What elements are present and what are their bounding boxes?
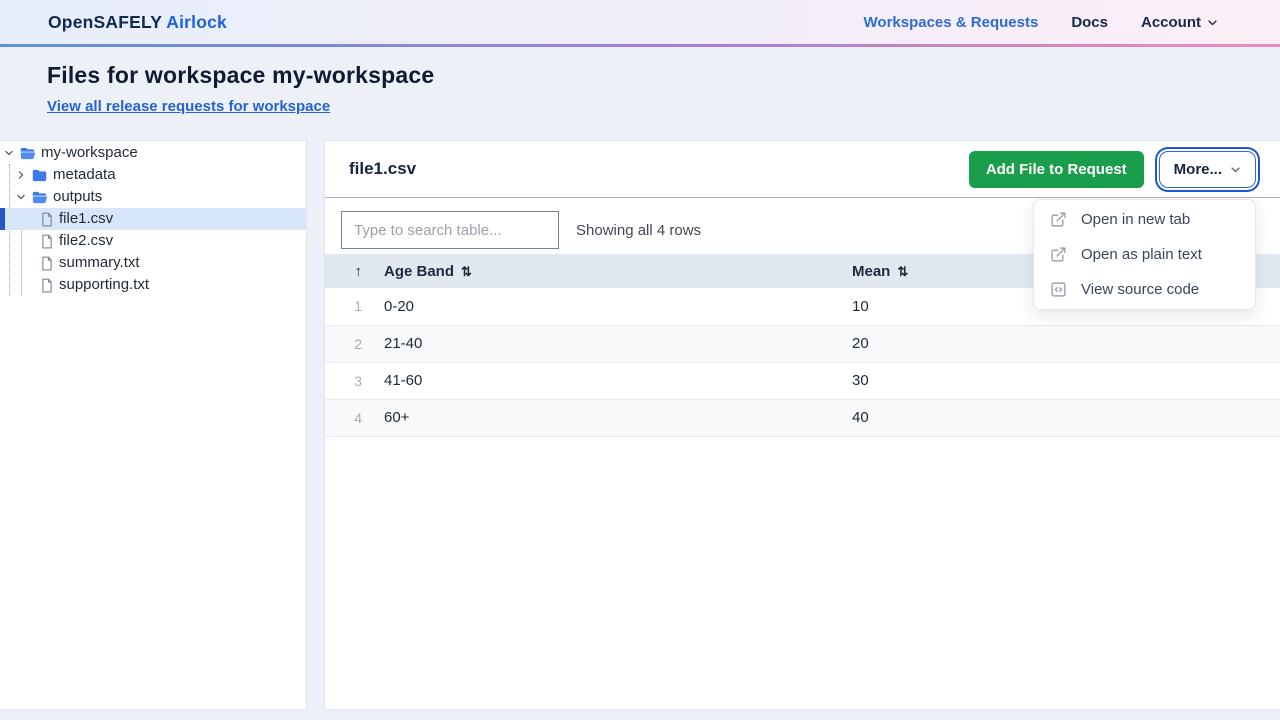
- tree-item-summary-txt[interactable]: summary.txt: [0, 252, 306, 274]
- cell-mean: 30: [852, 362, 1280, 399]
- chevron-down-icon: [1230, 164, 1241, 175]
- row-number: 2: [325, 325, 371, 362]
- more-button[interactable]: More...: [1159, 151, 1256, 188]
- rows-status: Showing all 4 rows: [576, 222, 701, 239]
- tree-item-my-workspace[interactable]: my-workspace: [0, 142, 306, 164]
- external-link-icon: [1050, 246, 1067, 263]
- airlock-app: OpenSAFELY Airlock Workspaces & Requests…: [0, 0, 1280, 720]
- more-button-label: More...: [1174, 161, 1222, 178]
- column-label: Age Band: [384, 263, 454, 280]
- nav-link-account[interactable]: Account: [1141, 14, 1218, 31]
- brand-secondary: Airlock: [166, 12, 227, 32]
- file-icon: [41, 212, 53, 227]
- account-label: Account: [1141, 14, 1201, 31]
- menu-item-open-in-new-tab[interactable]: Open in new tab: [1034, 202, 1255, 237]
- selected-indicator-bar: [0, 208, 5, 230]
- sort-toggle-icon: ⇅: [461, 264, 472, 279]
- chevron-down-icon: [1207, 17, 1218, 28]
- tree-item-label: outputs: [53, 186, 102, 208]
- column-label: Mean: [852, 263, 890, 280]
- tree-item-label: my-workspace: [41, 142, 138, 164]
- row-number: 1: [325, 288, 371, 325]
- tree-item-label: file1.csv: [59, 208, 113, 230]
- cell-mean: 40: [852, 399, 1280, 436]
- tree-item-outputs[interactable]: outputs: [0, 186, 306, 208]
- external-link-icon: [1050, 211, 1067, 228]
- file-icon: [41, 278, 53, 293]
- more-dropdown-menu: Open in new tab Open as plain text View …: [1033, 199, 1256, 310]
- menu-item-label: Open as plain text: [1081, 246, 1202, 263]
- table-row: 3 41-60 30: [325, 362, 1280, 399]
- tree-item-label: summary.txt: [59, 252, 140, 274]
- nav-links: Workspaces & Requests Docs Account: [864, 14, 1218, 31]
- tree-item-label: metadata: [53, 164, 116, 186]
- brand-primary: OpenSAFELY: [48, 12, 162, 32]
- tree-item-label: supporting.txt: [59, 274, 149, 296]
- page-title: Files for workspace my-workspace: [47, 62, 1233, 89]
- search-input[interactable]: [341, 211, 559, 249]
- header-actions: Add File to Request More...: [969, 151, 1256, 188]
- nav-link-workspaces[interactable]: Workspaces & Requests: [864, 14, 1039, 31]
- file-tree: my-workspace metadata outputs: [0, 141, 306, 709]
- file-icon: [41, 234, 53, 249]
- row-number: 4: [325, 399, 371, 436]
- chevron-down-icon[interactable]: [15, 192, 26, 203]
- menu-item-label: View source code: [1081, 281, 1199, 298]
- row-number-header[interactable]: ↑: [325, 254, 371, 288]
- file-header: file1.csv Add File to Request More...: [325, 141, 1280, 198]
- tree-item-supporting-txt[interactable]: supporting.txt: [0, 274, 306, 296]
- menu-item-label: Open in new tab: [1081, 211, 1190, 228]
- file-icon: [41, 256, 53, 271]
- table-row: 4 60+ 40: [325, 399, 1280, 436]
- cell-age-band: 60+: [371, 399, 852, 436]
- folder-icon: [32, 169, 47, 182]
- table-row: 2 21-40 20: [325, 325, 1280, 362]
- page-header: Files for workspace my-workspace View al…: [0, 47, 1280, 133]
- tree-item-metadata[interactable]: metadata: [0, 164, 306, 186]
- cell-age-band: 41-60: [371, 362, 852, 399]
- add-file-to-request-button[interactable]: Add File to Request: [969, 151, 1144, 188]
- cell-mean: 20: [852, 325, 1280, 362]
- view-release-requests-link[interactable]: View all release requests for workspace: [47, 98, 330, 115]
- file-title: file1.csv: [349, 159, 416, 179]
- brand-logo[interactable]: OpenSAFELY Airlock: [48, 12, 227, 33]
- nav-link-docs[interactable]: Docs: [1071, 14, 1108, 31]
- row-number: 3: [325, 362, 371, 399]
- menu-item-open-as-plain-text[interactable]: Open as plain text: [1034, 237, 1255, 272]
- menu-item-view-source-code[interactable]: View source code: [1034, 272, 1255, 307]
- tree-item-label: file2.csv: [59, 230, 113, 252]
- tree-item-file2-csv[interactable]: file2.csv: [0, 230, 306, 252]
- cell-age-band: 21-40: [371, 325, 852, 362]
- cell-age-band: 0-20: [371, 288, 852, 325]
- navbar: OpenSAFELY Airlock Workspaces & Requests…: [0, 0, 1280, 44]
- chevron-down-icon[interactable]: [3, 148, 14, 159]
- sort-ascending-icon: ↑: [355, 263, 363, 280]
- code-icon: [1050, 281, 1067, 298]
- folder-open-icon: [20, 147, 35, 160]
- tree-item-file1-csv[interactable]: file1.csv: [0, 208, 306, 230]
- chevron-right-icon[interactable]: [15, 170, 26, 181]
- file-tree-sidebar: my-workspace metadata outputs: [0, 140, 307, 710]
- folder-open-icon: [32, 191, 47, 204]
- sort-toggle-icon: ⇅: [897, 264, 908, 279]
- column-header-age-band[interactable]: Age Band ⇅: [371, 254, 852, 288]
